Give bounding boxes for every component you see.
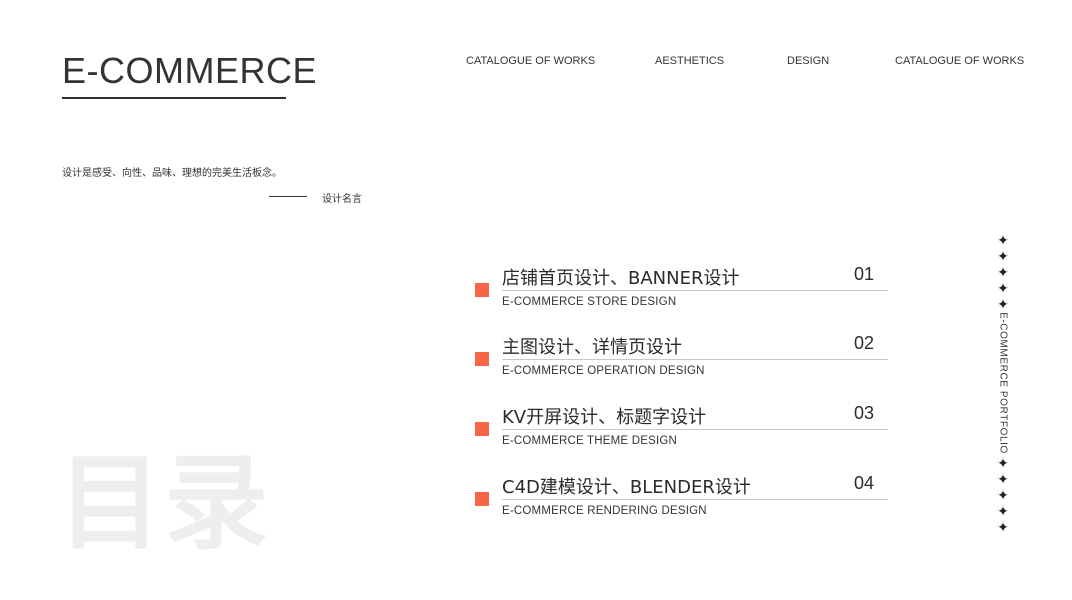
brand-underline	[62, 97, 286, 99]
star-group-top: ✦ ✦ ✦ ✦ ✦	[995, 232, 1011, 312]
star-icon: ✦	[997, 248, 1009, 264]
toc-item[interactable]: C4D建模设计、BLENDER设计 04 E-COMMERCE RENDERIN…	[475, 473, 888, 537]
toc-title: 店铺首页设计、BANNER设计	[502, 268, 740, 289]
toc-item[interactable]: 店铺首页设计、BANNER设计 01 E-COMMERCE STORE DESI…	[475, 264, 888, 328]
toc-marker	[475, 492, 489, 506]
top-nav: CATALOGUE OF WORKS AESTHETICS DESIGN CAT…	[0, 55, 1072, 69]
star-icon: ✦	[997, 232, 1009, 248]
quote-divider	[269, 196, 307, 197]
toc-item[interactable]: KV开屏设计、标题字设计 03 E-COMMERCE THEME DESIGN	[475, 403, 888, 467]
toc-title: C4D建模设计、BLENDER设计	[502, 477, 751, 498]
vertical-portfolio-label: E-COMMERCE PORTFOLIO	[997, 312, 1009, 454]
big-title-watermark: 目录	[58, 442, 271, 564]
toc-title: KV开屏设计、标题字设计	[502, 407, 707, 428]
toc-marker	[475, 352, 489, 366]
star-icon: ✦	[997, 503, 1009, 519]
toc-divider	[502, 429, 888, 430]
toc-divider	[502, 290, 888, 291]
nav-item-aesthetics[interactable]: AESTHETICS	[655, 55, 724, 67]
toc-subtitle: E-COMMERCE THEME DESIGN	[502, 435, 677, 447]
star-group-bottom: ✦ ✦ ✦ ✦ ✦	[995, 455, 1011, 535]
toc-title: 主图设计、详情页设计	[502, 337, 682, 358]
quote-source: 设计名言	[322, 194, 362, 205]
toc-marker	[475, 422, 489, 436]
toc-subtitle: E-COMMERCE OPERATION DESIGN	[502, 365, 705, 377]
star-icon: ✦	[997, 455, 1009, 471]
toc-number: 02	[853, 333, 874, 353]
toc-subtitle: E-COMMERCE RENDERING DESIGN	[502, 505, 707, 517]
toc-item[interactable]: 主图设计、详情页设计 02 E-COMMERCE OPERATION DESIG…	[475, 333, 888, 397]
nav-item-catalogue[interactable]: CATALOGUE OF WORKS	[466, 55, 595, 67]
toc-divider	[502, 499, 888, 500]
toc-subtitle: E-COMMERCE STORE DESIGN	[502, 296, 677, 308]
star-icon: ✦	[997, 519, 1009, 535]
toc-number: 04	[853, 473, 874, 493]
star-icon: ✦	[997, 280, 1009, 296]
toc-number: 01	[853, 264, 874, 284]
nav-item-catalogue-2[interactable]: CATALOGUE OF WORKS	[895, 55, 1024, 67]
quote-text: 设计是感受、向性、品味、理想的完美生活板念。	[62, 168, 282, 179]
star-icon: ✦	[997, 471, 1009, 487]
star-icon: ✦	[997, 296, 1009, 312]
toc-number: 03	[853, 403, 874, 423]
toc-marker	[475, 283, 489, 297]
toc-divider	[502, 359, 888, 360]
nav-item-design[interactable]: DESIGN	[787, 55, 829, 67]
star-icon: ✦	[997, 487, 1009, 503]
star-icon: ✦	[997, 264, 1009, 280]
